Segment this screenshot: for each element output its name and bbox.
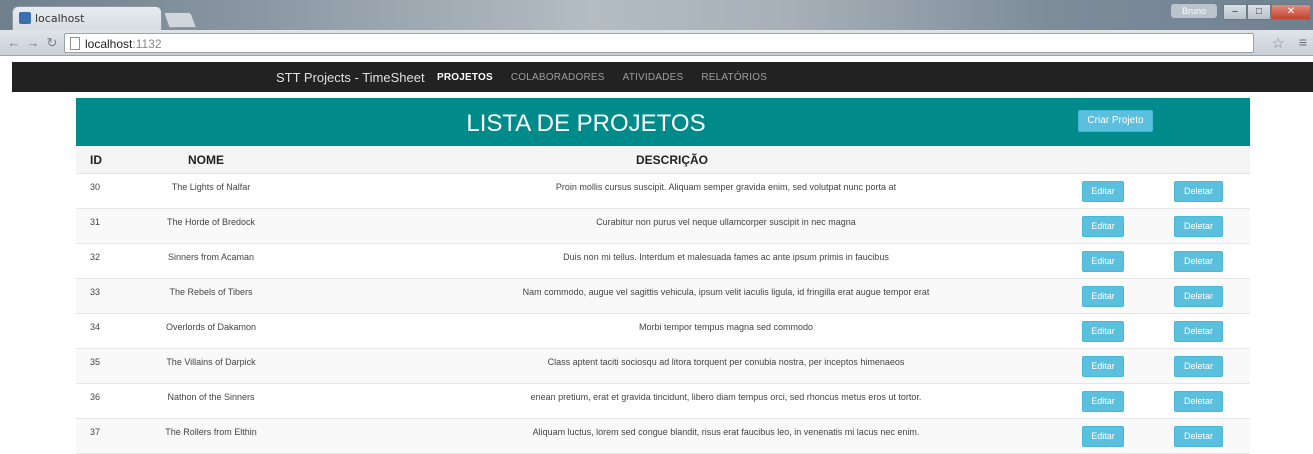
edit-button[interactable]: Editar bbox=[1082, 356, 1124, 377]
nav-relatorios[interactable]: RELATÓRIOS bbox=[701, 72, 767, 83]
column-header-id: ID bbox=[90, 153, 102, 167]
bookmark-star-icon[interactable]: ☆ bbox=[1272, 34, 1285, 52]
projects-table: ID NOME DESCRIÇÃO 30 The Lights of Nalfa… bbox=[76, 146, 1250, 454]
browser-tab[interactable]: localhost bbox=[12, 6, 162, 30]
row-nome: Overlords of Dakamon bbox=[165, 322, 257, 332]
row-descricao: Aliquam luctus, lorem sed congue blandit… bbox=[532, 427, 920, 437]
delete-button[interactable]: Deletar bbox=[1174, 391, 1223, 412]
row-descricao: Class aptent taciti sociosqu ad litora t… bbox=[547, 357, 905, 367]
row-descricao: enean pretium, erat et gravida tincidunt… bbox=[530, 392, 922, 402]
table-row: 33 The Rebels of Tibers Nam commodo, aug… bbox=[76, 279, 1250, 314]
row-id: 32 bbox=[90, 252, 101, 262]
table-row: 37 The Rollers from Elthin Aliquam luctu… bbox=[76, 419, 1250, 454]
new-tab-button[interactable] bbox=[163, 12, 197, 28]
maximize-icon[interactable]: □ bbox=[1247, 4, 1271, 20]
edit-button[interactable]: Editar bbox=[1082, 321, 1124, 342]
row-nome: The Rollers from Elthin bbox=[165, 427, 257, 437]
delete-button[interactable]: Deletar bbox=[1174, 251, 1223, 272]
nav-colaboradores[interactable]: COLABORADORES bbox=[511, 72, 605, 83]
column-header-nome: NOME bbox=[188, 153, 224, 167]
row-nome: The Horde of Bredock bbox=[166, 217, 256, 227]
menu-icon[interactable]: ≡ bbox=[1299, 34, 1307, 50]
row-id: 33 bbox=[90, 287, 101, 297]
delete-button[interactable]: Deletar bbox=[1174, 426, 1223, 447]
row-id: 34 bbox=[90, 322, 101, 332]
delete-button[interactable]: Deletar bbox=[1174, 216, 1223, 237]
user-badge[interactable]: Bruno bbox=[1171, 4, 1217, 18]
edit-button[interactable]: Editar bbox=[1082, 286, 1124, 307]
row-nome: The Rebels of Tibers bbox=[169, 287, 253, 297]
url-input[interactable]: localhost:1132 bbox=[64, 33, 1254, 53]
row-nome: The Villains of Darpick bbox=[166, 357, 256, 367]
minimize-icon[interactable]: – bbox=[1223, 4, 1247, 20]
row-id: 30 bbox=[90, 182, 101, 192]
row-nome: The Lights of Nalfar bbox=[171, 182, 251, 192]
table-row: 35 The Villains of Darpick Class aptent … bbox=[76, 349, 1250, 384]
row-descricao: Morbi tempor tempus magna sed commodo bbox=[638, 322, 814, 332]
row-descricao: Duis non mi tellus. Interdum et malesuad… bbox=[563, 252, 889, 262]
address-bar: ← → ↻ localhost:1132 ☆ ≡ bbox=[0, 30, 1313, 56]
table-row: 31 The Horde of Bredock Curabitur non pu… bbox=[76, 209, 1250, 244]
favicon-icon bbox=[19, 12, 31, 24]
delete-button[interactable]: Deletar bbox=[1174, 286, 1223, 307]
page-icon bbox=[70, 37, 80, 50]
url-text: localhost:1132 bbox=[85, 37, 162, 51]
edit-button[interactable]: Editar bbox=[1082, 391, 1124, 412]
back-arrow-icon[interactable]: ← bbox=[6, 35, 22, 51]
window-controls: Bruno – □ ✕ bbox=[1171, 4, 1311, 20]
page-header: LISTA DE PROJETOS Criar Projeto bbox=[76, 98, 1250, 146]
nav-projetos[interactable]: PROJETOS bbox=[437, 72, 493, 83]
delete-button[interactable]: Deletar bbox=[1174, 321, 1223, 342]
table-row: 32 Sinners from Acaman Duis non mi tellu… bbox=[76, 244, 1250, 279]
table-row: 34 Overlords of Dakamon Morbi tempor tem… bbox=[76, 314, 1250, 349]
forward-arrow-icon[interactable]: → bbox=[25, 35, 41, 51]
delete-button[interactable]: Deletar bbox=[1174, 181, 1223, 202]
row-descricao: Nam commodo, augue vel sagittis vehicula… bbox=[522, 287, 930, 297]
reload-icon[interactable]: ↻ bbox=[44, 35, 60, 51]
close-icon[interactable]: ✕ bbox=[1271, 4, 1311, 20]
column-header-descricao: DESCRIÇÃO bbox=[636, 153, 709, 167]
browser-titlebar: localhost Bruno – □ ✕ bbox=[0, 0, 1313, 30]
table-row: 30 The Lights of Nalfar Proin mollis cur… bbox=[76, 174, 1250, 209]
table-header: ID NOME DESCRIÇÃO bbox=[76, 146, 1250, 174]
nav-links: PROJETOS COLABORADORES ATIVIDADES RELATÓ… bbox=[437, 72, 785, 83]
row-nome: Nathon of the Sinners bbox=[167, 392, 255, 402]
edit-button[interactable]: Editar bbox=[1082, 426, 1124, 447]
row-id: 37 bbox=[90, 427, 101, 437]
edit-button[interactable]: Editar bbox=[1082, 216, 1124, 237]
row-id: 36 bbox=[90, 392, 101, 402]
row-id: 31 bbox=[90, 217, 101, 227]
nav-atividades[interactable]: ATIVIDADES bbox=[623, 72, 684, 83]
row-descricao: Proin mollis cursus suscipit. Aliquam se… bbox=[555, 182, 897, 192]
create-project-button[interactable]: Criar Projeto bbox=[1078, 110, 1153, 132]
row-descricao: Curabitur non purus vel neque ullamcorpe… bbox=[596, 217, 856, 227]
edit-button[interactable]: Editar bbox=[1082, 251, 1124, 272]
row-id: 35 bbox=[90, 357, 101, 367]
page-title: LISTA DE PROJETOS bbox=[466, 110, 706, 137]
app-navbar: STT Projects - TimeSheet PROJETOS COLABO… bbox=[12, 62, 1313, 92]
table-row: 36 Nathon of the Sinners enean pretium, … bbox=[76, 384, 1250, 419]
edit-button[interactable]: Editar bbox=[1082, 181, 1124, 202]
tab-title: localhost bbox=[35, 12, 85, 25]
row-nome: Sinners from Acaman bbox=[167, 252, 255, 262]
brand-link[interactable]: STT Projects - TimeSheet bbox=[276, 70, 425, 85]
delete-button[interactable]: Deletar bbox=[1174, 356, 1223, 377]
